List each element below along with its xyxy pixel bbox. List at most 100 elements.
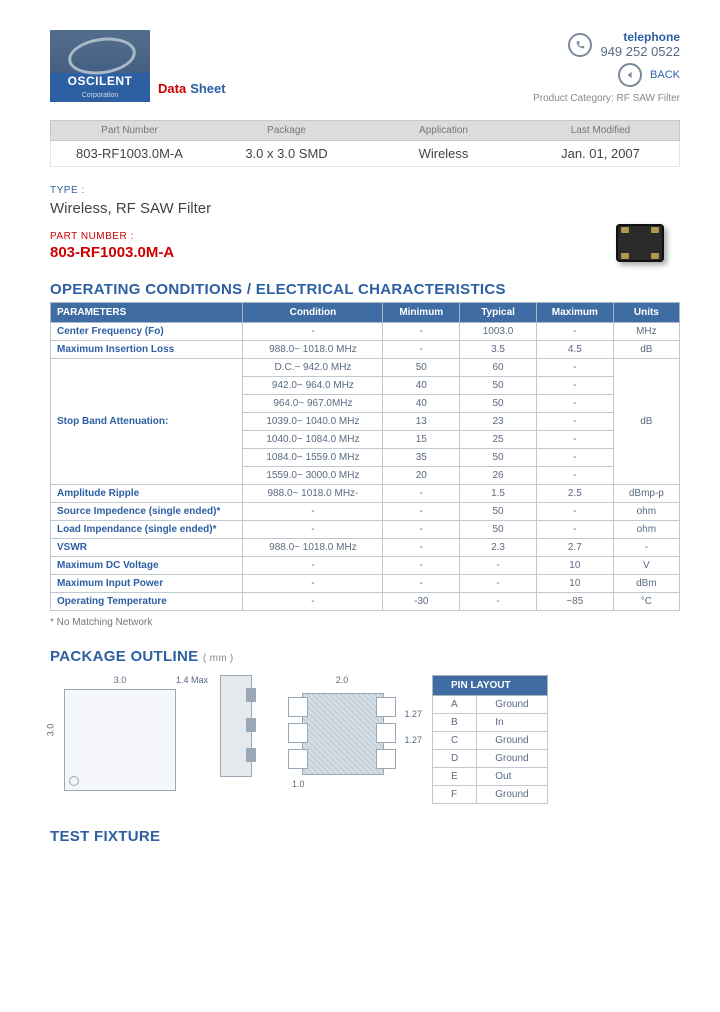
pin-layout-table: PIN LAYOUT AGroundBInCGroundDGroundEOutF…: [432, 675, 548, 804]
spec-param: VSWR: [51, 539, 243, 557]
section-operating-conditions: OPERATING CONDITIONS / ELECTRICAL CHARAC…: [50, 281, 680, 298]
info-value: Wireless: [365, 141, 522, 166]
info-value: 803-RF1003.0M-A: [51, 141, 208, 166]
spec-cell: -: [383, 575, 460, 593]
spec-cell: 10: [536, 575, 613, 593]
logo-block: OSCILENT Corporation Data Sheet: [50, 30, 226, 102]
product-category-label: Product Category:: [533, 93, 614, 104]
spec-table: PARAMETERS Condition Minimum Typical Max…: [50, 302, 680, 611]
pin-cell: E: [433, 768, 477, 786]
spec-cell: 15: [383, 431, 460, 449]
spec-units: dB: [613, 359, 679, 485]
phone-icon: [568, 33, 592, 57]
pin-cell: D: [433, 750, 477, 768]
spec-cell: D.C.~ 942.0 MHz: [243, 359, 383, 377]
spec-cell: -: [536, 395, 613, 413]
spec-cell: -: [243, 521, 383, 539]
spec-cell: 2.7: [536, 539, 613, 557]
section-package-outline: PACKAGE OUTLINE ( mm ): [50, 648, 680, 665]
pin-cell: Out: [477, 768, 547, 786]
type-value: Wireless, RF SAW Filter: [50, 200, 680, 217]
spec-units: dBm: [613, 575, 679, 593]
spec-cell: 60: [460, 359, 537, 377]
spec-cell: -: [460, 557, 537, 575]
pkg-dim-height: 3.0: [45, 724, 55, 737]
spec-header: Units: [613, 303, 679, 323]
spec-cell: 50: [460, 521, 537, 539]
spec-cell: 964.0~ 967.0MHz: [243, 395, 383, 413]
pkg-fp-bot: 1.0: [292, 779, 305, 789]
spec-cell: -: [536, 467, 613, 485]
spec-cell: -: [243, 503, 383, 521]
spec-cell: -: [460, 593, 537, 611]
spec-cell: -: [536, 323, 613, 341]
spec-units: ohm: [613, 521, 679, 539]
spec-cell: 40: [383, 377, 460, 395]
info-header: Last Modified: [522, 121, 679, 140]
spec-cell: -: [536, 377, 613, 395]
table-row: EOut: [433, 768, 548, 786]
spec-cell: 1.5: [460, 485, 537, 503]
info-bar-headers: Part Number Package Application Last Mod…: [50, 120, 680, 141]
spec-cell: 4.5: [536, 341, 613, 359]
section-package-title: PACKAGE OUTLINE: [50, 648, 198, 665]
spec-cell: 40: [383, 395, 460, 413]
package-top-view: 3.0 3.0 1.4 Max: [50, 675, 190, 795]
brand-subtitle: Corporation: [50, 92, 150, 99]
spec-cell: 50: [460, 449, 537, 467]
spec-cell: 988.0~ 1018.0 MHz-: [243, 485, 383, 503]
datasheet-label: Data Sheet: [158, 81, 226, 102]
spec-header: PARAMETERS: [51, 303, 243, 323]
pkg-fp-gap2: 1.27: [404, 735, 422, 745]
spec-cell: -30: [383, 593, 460, 611]
info-header: Package: [208, 121, 365, 140]
type-label: TYPE :: [50, 185, 680, 196]
info-value: 3.0 x 3.0 SMD: [208, 141, 365, 166]
pkg-fp-width: 2.0: [282, 675, 402, 685]
section-package-unit: ( mm ): [203, 653, 234, 664]
spec-units: MHz: [613, 323, 679, 341]
table-row: VSWR988.0~ 1018.0 MHz-2.32.7-: [51, 539, 680, 557]
spec-cell: 3.5: [460, 341, 537, 359]
spec-cell: -: [243, 323, 383, 341]
package-footprint: 2.0 1.27 1.27 1.0: [282, 675, 402, 785]
back-icon[interactable]: [618, 63, 642, 87]
table-row: Maximum Insertion Loss988.0~ 1018.0 MHz-…: [51, 341, 680, 359]
spec-cell: 10: [536, 557, 613, 575]
table-row: Maximum Input Power---10dBm: [51, 575, 680, 593]
pkg-dim-width: 3.0: [50, 675, 190, 685]
spec-param: Maximum Insertion Loss: [51, 341, 243, 359]
spec-cell: 50: [460, 377, 537, 395]
spec-cell: -: [383, 323, 460, 341]
telephone-number: 949 252 0522: [600, 44, 680, 59]
spec-cell: 1559.0~ 3000.0 MHz: [243, 467, 383, 485]
info-bar-values: 803-RF1003.0M-A 3.0 x 3.0 SMD Wireless J…: [50, 141, 680, 167]
spec-cell: 988.0~ 1018.0 MHz: [243, 341, 383, 359]
spec-cell: ~85: [536, 593, 613, 611]
spec-cell: -: [536, 431, 613, 449]
spec-param: Source Impedence (single ended)*: [51, 503, 243, 521]
spec-cell: -: [536, 521, 613, 539]
pin-cell: C: [433, 732, 477, 750]
spec-cell: 2.5: [536, 485, 613, 503]
spec-cell: -: [536, 449, 613, 467]
pin-cell: Ground: [477, 696, 547, 714]
spec-cell: 26: [460, 467, 537, 485]
table-row: Stop Band Attenuation:D.C.~ 942.0 MHz506…: [51, 359, 680, 377]
datasheet-label-red: Data: [158, 81, 186, 96]
info-value: Jan. 01, 2007: [522, 141, 679, 166]
spec-cell: 50: [383, 359, 460, 377]
back-link[interactable]: BACK: [650, 69, 680, 81]
footnote: * No Matching Network: [50, 617, 680, 628]
product-category: Product Category: RF SAW Filter: [533, 93, 680, 104]
spec-cell: 50: [460, 503, 537, 521]
spec-cell: 1039.0~ 1040.0 MHz: [243, 413, 383, 431]
pin-cell: Ground: [477, 732, 547, 750]
table-row: AGround: [433, 696, 548, 714]
table-row: Maximum DC Voltage---10V: [51, 557, 680, 575]
spec-cell: -: [383, 521, 460, 539]
spec-cell: -: [536, 359, 613, 377]
spec-cell: -: [383, 539, 460, 557]
spec-cell: -: [536, 413, 613, 431]
spec-param: Amplitude Ripple: [51, 485, 243, 503]
